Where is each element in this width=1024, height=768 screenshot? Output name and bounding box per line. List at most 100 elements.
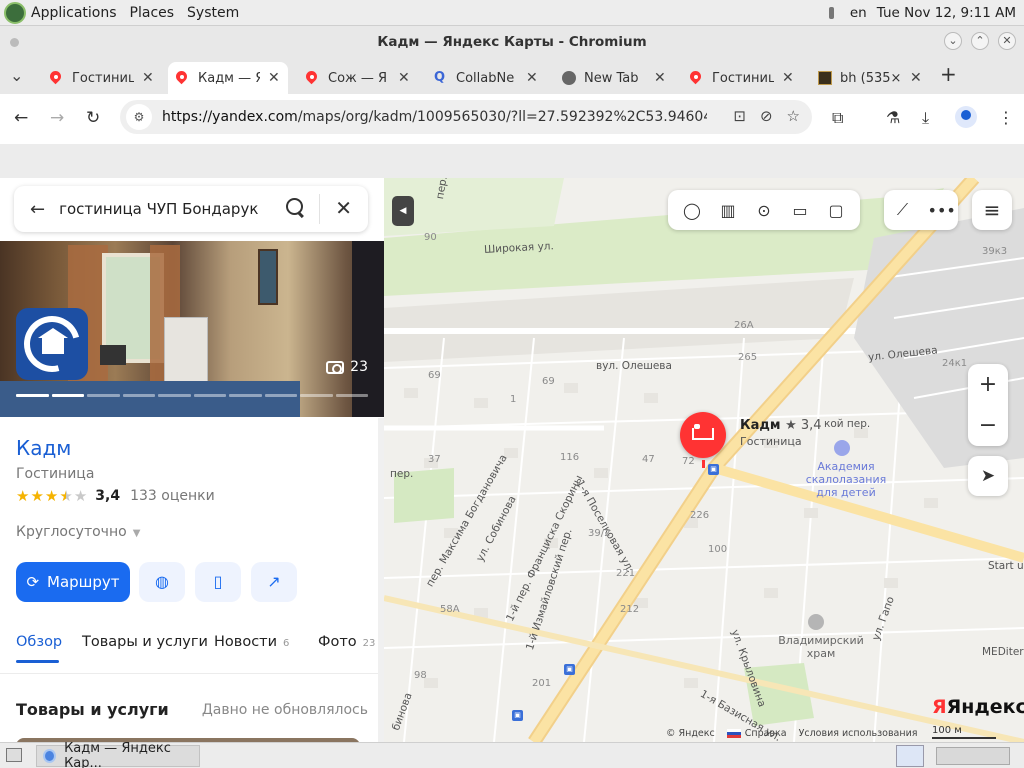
map-pin-icon <box>690 71 704 85</box>
climbing-icon[interactable] <box>834 440 850 456</box>
tab-6[interactable]: Гостиница ✕ <box>682 62 802 94</box>
help-link[interactable]: Справка <box>726 728 787 739</box>
close-tab-icon[interactable]: ✕ <box>910 70 922 86</box>
yandex-logo[interactable]: ЯЯндекс <box>932 696 1024 718</box>
places-menu[interactable]: Places <box>130 5 175 21</box>
eye-off-icon[interactable]: ⊘ <box>760 107 773 125</box>
close-tab-icon[interactable]: ✕ <box>654 70 666 86</box>
chromium-tray-icon[interactable] <box>896 745 924 767</box>
labs-flask-icon[interactable]: ⚗ <box>886 108 900 127</box>
ruler-icon[interactable]: ⟋ <box>891 200 915 220</box>
bookmark-star-icon[interactable]: ☆ <box>787 107 800 125</box>
terms-link[interactable]: Условия использования <box>799 728 918 739</box>
church-icon[interactable] <box>808 614 824 630</box>
clock[interactable]: Tue Nov 12, 9:11 AM <box>877 5 1016 21</box>
zoom-in-button[interactable]: + <box>968 364 1008 405</box>
photo-count[interactable]: 23 <box>326 359 368 375</box>
rating-row[interactable]: ★ ★ ★ ★ ★ 3,4 133 оценки <box>16 488 215 504</box>
tab-4[interactable]: Q CollabNe ✕ <box>426 62 546 94</box>
map-layer-icon[interactable]: ▥ <box>716 201 740 220</box>
system-menu[interactable]: System <box>187 5 239 21</box>
transport-bus-icon[interactable]: ▭ <box>788 201 812 220</box>
menu-kebab-icon[interactable]: ⋮ <box>998 108 1014 127</box>
copyright[interactable]: © Яндекс <box>666 728 715 739</box>
locate-me-button[interactable]: ➤ <box>968 456 1008 496</box>
applications-menu[interactable]: Applications <box>31 5 117 21</box>
tab-3[interactable]: Сож — Я ✕ <box>298 62 418 94</box>
bus-stop-icon[interactable]: ▣ <box>512 710 523 721</box>
map-menu-button[interactable]: ≡ <box>972 190 1012 230</box>
route-button[interactable]: ⟳ Маршрут <box>16 562 130 602</box>
minimize-button[interactable]: ⌄ <box>944 32 962 50</box>
distro-logo-icon[interactable] <box>4 1 26 24</box>
workspace-switcher[interactable] <box>936 747 1010 765</box>
download-icon[interactable]: ⤓ <box>922 108 929 128</box>
keyboard-layout[interactable]: en <box>850 5 867 21</box>
url-text[interactable]: https://yandex.com/maps/org/kadm/1009565… <box>162 109 707 125</box>
tab-search-chevron-icon[interactable]: ⌄ <box>10 66 23 85</box>
bookmark-button[interactable]: ▯ <box>195 562 241 602</box>
tab-2-active[interactable]: Кадм — Я ✕ <box>168 62 288 94</box>
close-tab-icon[interactable]: ✕ <box>142 70 154 86</box>
tab-overview[interactable]: Обзор <box>16 634 62 650</box>
rating-value: 3,4 <box>95 488 121 504</box>
tab-1[interactable]: Гостиница ✕ <box>42 62 162 94</box>
close-tab-icon[interactable]: ✕ <box>526 70 538 86</box>
profile-avatar-icon[interactable] <box>955 106 977 128</box>
search-input[interactable]: гостиница ЧУП Бондарук <box>59 200 258 218</box>
extensions-icon[interactable]: ⧉ <box>832 108 843 128</box>
search-icon[interactable] <box>286 198 306 218</box>
back-arrow-icon[interactable]: ← <box>30 199 45 220</box>
active-tab-indicator <box>16 660 59 663</box>
map-pin-icon <box>176 71 190 85</box>
search-box[interactable]: ← гостиница ЧУП Бондарук ✕ <box>14 186 368 232</box>
address-bar[interactable]: ⚙ https://yandex.com/maps/org/kadm/10095… <box>120 100 812 134</box>
hotel-pin-icon[interactable] <box>680 412 726 458</box>
poi-label[interactable]: Кадм ★ 3,4 <box>740 418 822 433</box>
globe-icon: ◍ <box>155 572 169 591</box>
layers-icon[interactable]: ◯ <box>680 201 704 220</box>
tab-7[interactable]: bh (535×2 ✕ <box>810 62 930 94</box>
map-canvas[interactable]: Широкая ул. вул. Олешева ул. Олешева пер… <box>384 178 1024 742</box>
maximize-button[interactable]: ⌃ <box>971 32 989 50</box>
reviews-count[interactable]: 133 оценки <box>130 488 215 504</box>
new-tab-button[interactable]: + <box>940 62 957 86</box>
poi-mediter[interactable]: MEDiter <box>982 646 1024 658</box>
chromium-icon <box>43 749 57 763</box>
collapse-panel-button[interactable]: ◀ <box>392 196 414 226</box>
show-desktop-icon[interactable] <box>6 748 22 762</box>
zoom-out-button[interactable]: − <box>968 405 1008 446</box>
bus-stop-icon[interactable]: ▣ <box>564 664 575 675</box>
panorama-camera-icon[interactable]: ⊙ <box>752 201 776 220</box>
tab-goods-services[interactable]: Товары и услуги <box>82 634 208 650</box>
rating-stars: ★ ★ ★ ★ ★ <box>16 488 87 504</box>
close-window-button[interactable]: ✕ <box>998 32 1016 50</box>
tab-photo[interactable]: Фото 23 <box>318 634 375 650</box>
taskbar-window-item[interactable]: Кадм — Яндекс Кар... <box>36 741 200 768</box>
more-icon[interactable]: ••• <box>928 201 956 220</box>
org-title[interactable]: Кадм <box>16 436 71 460</box>
working-hours[interactable]: Круглосуточно ▼ <box>16 524 140 540</box>
website-button[interactable]: ◍ <box>139 562 185 602</box>
bus-stop-icon[interactable]: ▣ <box>708 464 719 475</box>
close-tab-icon[interactable]: ✕ <box>268 70 280 86</box>
poi-academy[interactable]: Академия скалолазания для детей <box>796 460 896 499</box>
share-button[interactable]: ↗ <box>251 562 297 602</box>
reload-button[interactable]: ↻ <box>86 108 100 128</box>
install-app-icon[interactable]: ⊡ <box>733 107 746 125</box>
tab-5[interactable]: New Tab ✕ <box>554 62 674 94</box>
close-tab-icon[interactable]: ✕ <box>782 70 794 86</box>
poi-church[interactable]: Владимирский храм <box>776 634 866 660</box>
clear-search-icon[interactable]: ✕ <box>335 196 352 220</box>
poi-startup[interactable]: Start up <box>988 560 1024 572</box>
forward-button[interactable]: → <box>50 108 64 128</box>
house-number: 37 <box>428 454 441 465</box>
back-button[interactable]: ← <box>14 108 28 128</box>
layers-square-icon[interactable]: ▢ <box>824 201 848 220</box>
window-menu-icon[interactable] <box>10 38 19 47</box>
star-icon: ★ <box>44 487 59 505</box>
photo-count-value: 23 <box>350 359 368 375</box>
site-info-icon[interactable]: ⚙ <box>126 104 152 130</box>
tab-news[interactable]: Новости 6 <box>214 634 289 650</box>
close-tab-icon[interactable]: ✕ <box>398 70 410 86</box>
